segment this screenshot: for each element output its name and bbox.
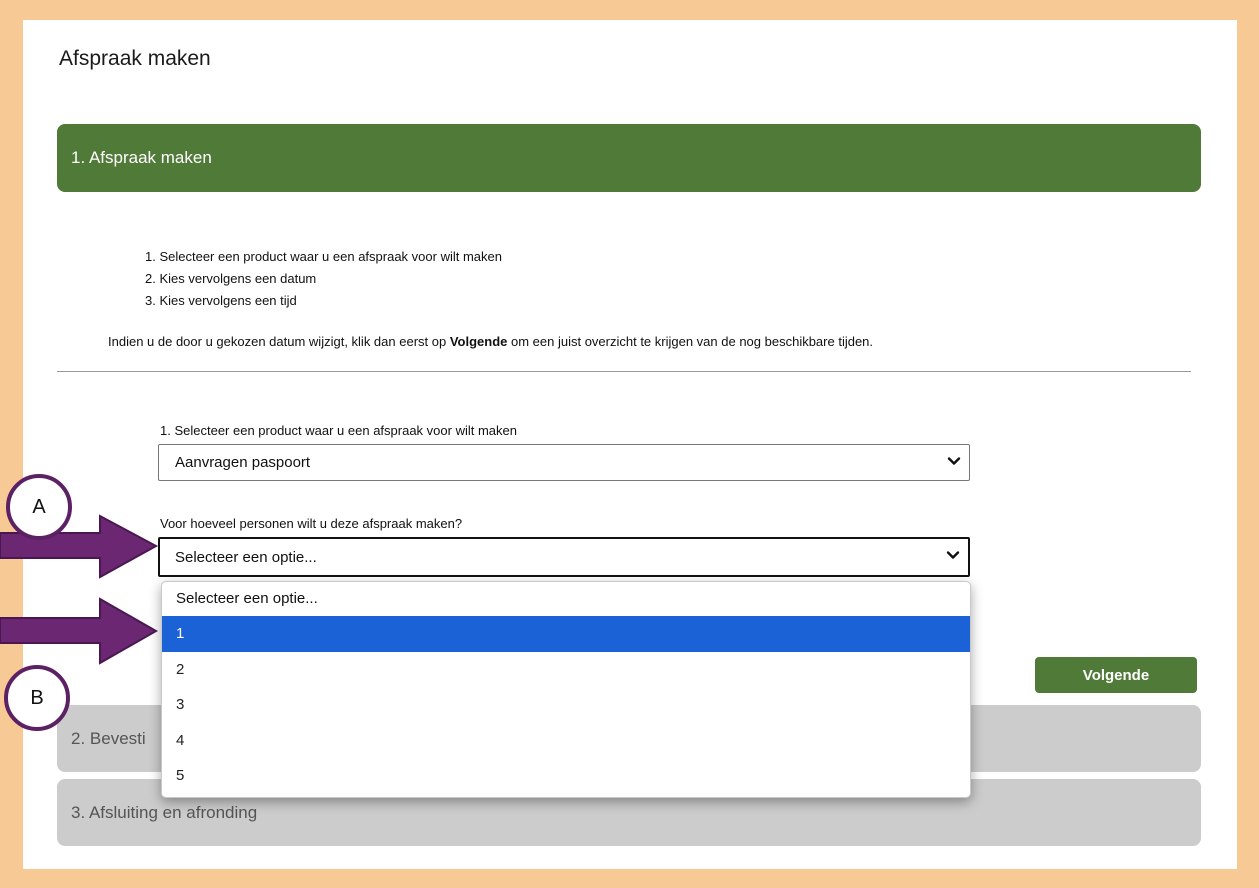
dropdown-option[interactable]: 4 (162, 723, 970, 759)
instruction-list: 1. Selecteer een product waar u een afsp… (145, 246, 502, 312)
annotation-marker-b: B (4, 665, 70, 731)
next-button[interactable]: Volgende (1035, 657, 1197, 693)
step-3-label: 3. Afsluiting en afronding (71, 802, 258, 822)
step-1-header[interactable]: 1. Afspraak maken (57, 124, 1201, 192)
dropdown-option[interactable]: Selecteer een optie... (162, 582, 970, 616)
dropdown-option[interactable]: 2 (162, 652, 970, 688)
step-2-label: 2. Bevesti (71, 728, 146, 748)
chevron-down-icon (946, 551, 960, 559)
persons-dropdown-list: Selecteer een optie... 1 2 3 4 5 (161, 581, 971, 798)
instruction-item: 2. Kies vervolgens een datum (145, 271, 317, 286)
annotation-arrow-b-icon (0, 597, 159, 665)
persons-label: Voor hoeveel personen wilt u deze afspra… (160, 516, 463, 531)
appointment-page: Afspraak maken 1. Afspraak maken 1. Sele… (23, 20, 1237, 869)
dropdown-option[interactable]: 5 (162, 758, 970, 794)
instruction-item: 1. Selecteer een product waar u een afsp… (145, 249, 502, 264)
note-bold: Volgende (449, 334, 508, 349)
step-1-label: 1. Afspraak maken (71, 148, 212, 167)
product-select-value: Aanvragen paspoort (175, 454, 311, 471)
note-prefix: Indien u de door u gekozen datum wijzigt… (108, 334, 450, 349)
note-suffix: om een juist overzicht te krijgen van de… (507, 334, 874, 349)
product-select[interactable]: Aanvragen paspoort (158, 444, 970, 481)
annotation-marker-a: A (6, 474, 72, 540)
dropdown-option-highlighted[interactable]: 1 (162, 616, 970, 652)
instruction-item: 3. Kies vervolgens een tijd (145, 293, 297, 308)
date-change-note: Indien u de door u gekozen datum wijzigt… (108, 334, 873, 349)
product-label: 1. Selecteer een product waar u een afsp… (160, 423, 517, 438)
persons-select[interactable]: Selecteer een optie... (158, 537, 970, 577)
dropdown-option[interactable]: 3 (162, 687, 970, 723)
page-title: Afspraak maken (59, 47, 211, 70)
persons-select-value: Selecteer een optie... (175, 548, 317, 566)
chevron-down-icon (947, 456, 961, 465)
divider (57, 371, 1191, 372)
